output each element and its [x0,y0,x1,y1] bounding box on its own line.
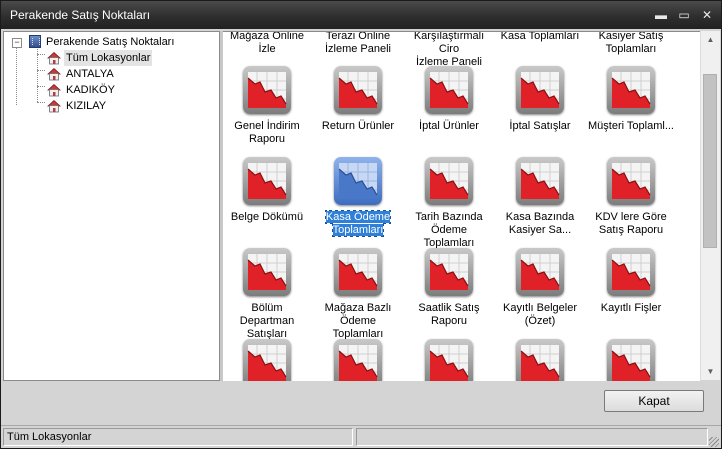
window-title: Perakende Satış Noktaları [10,8,151,22]
report-chart-icon[interactable] [516,339,564,381]
report-chart-icon[interactable] [425,248,473,296]
report-chart-icon[interactable] [607,157,655,205]
report-label: Kayıtlı Fişler [600,302,662,314]
report-item[interactable] [315,32,401,381]
building-icon [29,35,41,48]
report-label: Saatlik Satış Raporu [418,302,480,327]
report-chart-icon[interactable] [516,248,564,296]
report-chart-icon[interactable] [334,157,382,205]
report-grid: Mağaza Online İzle Terazi Online İzleme P… [223,31,700,381]
store-icon [47,83,61,97]
scroll-down-icon[interactable]: ▼ [701,363,720,380]
report-label: İptal Ürünler [419,120,479,132]
report-label: Mağaza Online İzle [230,31,304,55]
report-chart-icon[interactable] [334,339,382,381]
report-chart-icon[interactable] [243,157,291,205]
status-bar: Tüm Lokasyonlar [1,425,721,448]
status-location: Tüm Lokasyonlar [3,428,353,446]
report-label: Return Ürünler [321,120,395,132]
report-chart-icon[interactable] [334,66,382,114]
minimize-button[interactable]: ▬ [653,7,669,23]
title-bar[interactable]: Perakende Satış Noktaları ▬ ▭ ✕ [1,1,721,29]
report-label: Belge Dökümü [230,211,304,223]
report-item[interactable] [497,32,583,381]
report-label: Müşteri Toplaml... [588,120,674,132]
kapat-button[interactable]: Kapat [604,390,704,412]
report-label: Karşılaştırmalı Ciro İzleme Paneli [413,31,485,68]
report-label: Kayıtlı Belgeler (Özet) [503,302,577,327]
report-chart-icon[interactable] [425,339,473,381]
report-chart-icon[interactable] [516,66,564,114]
vertical-scrollbar[interactable]: ▲ ▼ [700,31,720,380]
store-icon [47,67,61,81]
tree-item-label: Tüm Lokasyonlar [64,50,153,66]
report-chart-icon[interactable] [243,66,291,114]
report-label: Bölüm Departman Satışları [239,302,295,340]
status-secondary [356,428,708,446]
resize-grip-icon[interactable] [709,437,719,447]
location-tree-panel: − Perakende Satış Noktaları Tüm Lokasyon… [3,31,220,381]
report-chart-icon[interactable] [243,339,291,381]
report-label: Terazi Online İzleme Paneli [324,31,392,55]
report-chart-icon[interactable] [607,66,655,114]
report-chart-icon[interactable] [334,248,382,296]
close-window-button[interactable]: ✕ [699,7,715,23]
store-icon [47,99,61,113]
report-label: Kasa Ödeme Toplamları [324,210,392,237]
report-label: Tarih Bazında Ödeme Toplamları [415,211,483,249]
report-label: Kasiyer Satış Toplamları [598,31,664,55]
tree-item-label: KADIKÖY [66,84,115,96]
tree-item-label: ANTALYA [66,68,114,80]
main-window: Perakende Satış Noktaları ▬ ▭ ✕ − Perake… [0,0,722,449]
scroll-up-icon[interactable]: ▲ [701,31,720,48]
report-chart-icon[interactable] [425,157,473,205]
report-item[interactable] [406,32,492,381]
report-chart-icon[interactable] [425,66,473,114]
store-icon [47,51,61,65]
report-label: Genel İndirim Raporu [234,120,300,145]
tree-root-label: Perakende Satış Noktaları [46,36,175,48]
collapse-icon[interactable]: − [12,38,22,48]
report-chart-icon[interactable] [243,248,291,296]
maximize-button[interactable]: ▭ [676,7,692,23]
tree-item-label: KIZILAY [66,100,107,112]
report-label: Mağaza Bazlı Ödeme Toplamları [324,302,392,340]
scroll-thumb[interactable] [703,74,717,248]
report-chart-icon[interactable] [607,339,655,381]
report-item[interactable] [224,32,310,381]
report-label: KDV lere Göre Satış Raporu [595,211,667,236]
report-chart-icon[interactable] [516,157,564,205]
report-item[interactable] [588,32,674,381]
report-chart-icon[interactable] [607,248,655,296]
report-label: Kasa Bazında Kasiyer Sa... [505,211,575,236]
report-label: İptal Satışlar [509,120,571,132]
